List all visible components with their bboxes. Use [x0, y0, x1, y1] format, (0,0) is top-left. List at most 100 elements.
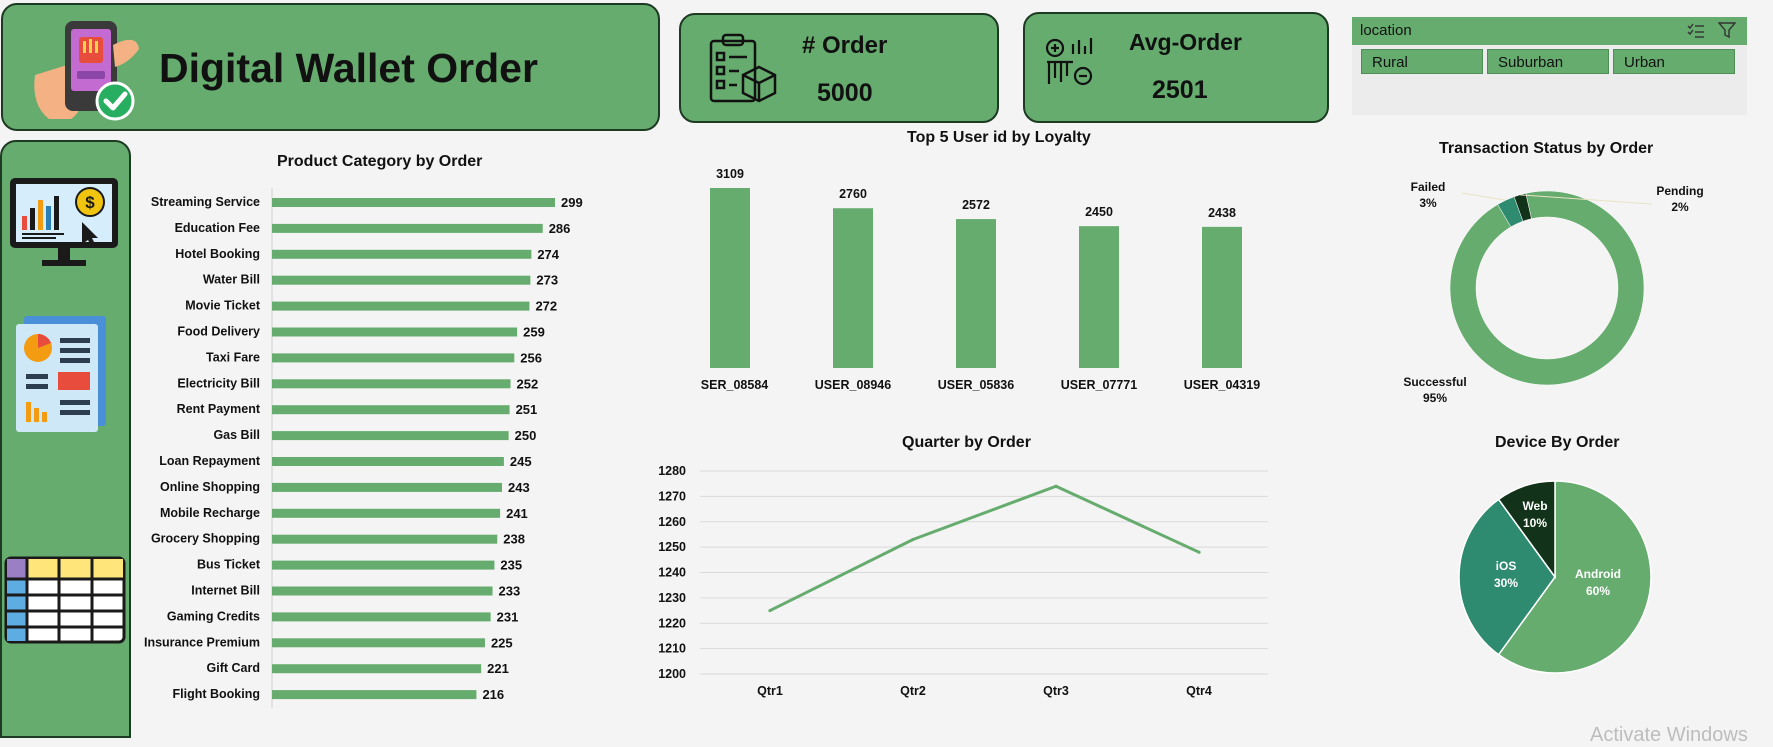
- bar: [272, 198, 555, 207]
- clipboard-box-icon: [709, 33, 777, 103]
- category-tick-label: Mobile Recharge: [160, 506, 260, 520]
- bar: [272, 275, 531, 285]
- bar: [272, 664, 482, 674]
- category-tick-label: Online Shopping: [160, 480, 260, 494]
- report-icon[interactable]: [14, 314, 108, 434]
- y-tick-label: 1260: [658, 515, 686, 529]
- y-tick-label: 1250: [658, 540, 686, 554]
- data-label: 273: [536, 273, 558, 288]
- slicer-option-rural[interactable]: Rural: [1361, 49, 1483, 74]
- data-point: [1054, 484, 1058, 488]
- phone-wallet-icon: [34, 21, 139, 121]
- y-tick-label: 1200: [658, 667, 686, 681]
- bar: [272, 586, 493, 596]
- category-tick-label: Hotel Booking: [175, 247, 260, 261]
- category-tick-label: Internet Bill: [191, 584, 260, 598]
- nav-panel: $: [0, 140, 131, 738]
- x-tick-label: Qtr1: [757, 684, 783, 698]
- successful-category-label: Successful: [1403, 375, 1466, 389]
- data-label: 225: [491, 635, 513, 650]
- bar: [272, 457, 504, 466]
- data-label: 251: [516, 402, 538, 417]
- data-label: 256: [520, 350, 542, 365]
- data-label: 299: [561, 195, 583, 210]
- y-tick-label: 1230: [658, 591, 686, 605]
- y-tick-label: 1240: [658, 566, 686, 580]
- product-category-chart: Streaming Service 299 Education Fee 286 Hote…: [144, 188, 583, 708]
- location-slicer[interactable]: location Rural Suburban Urban: [1352, 17, 1747, 115]
- x-tick-label: Qtr2: [900, 684, 926, 698]
- category-tick-label: Rent Payment: [177, 402, 261, 416]
- data-label: 3109: [716, 167, 744, 181]
- device-order-chart: Android 60% iOS 30% Web 10%: [1458, 480, 1652, 674]
- category-tick-label: Movie Ticket: [185, 299, 261, 313]
- status-chart-title: Transaction Status by Order: [1439, 140, 1654, 157]
- category-tick-label: Bus Ticket: [197, 558, 261, 572]
- failed-percent-label: 3%: [1419, 196, 1437, 210]
- calculator-chart-icon: [1045, 38, 1093, 86]
- x-tick-label: Qtr3: [1043, 684, 1069, 698]
- slice-percent-label: 60%: [1586, 584, 1610, 598]
- svg-text:$: $: [85, 193, 95, 212]
- data-label: 216: [482, 687, 504, 702]
- slicer-title: location: [1360, 22, 1412, 39]
- device-chart-title: Device By Order: [1495, 434, 1620, 451]
- data-label: 231: [497, 609, 519, 624]
- avg-order-value: 2501: [1152, 76, 1208, 104]
- top-user-loyalty-chart: 3109 USER_08584 2760 USER_08946 2572 USER_058…: [700, 167, 1260, 392]
- data-label: 241: [506, 506, 528, 521]
- bar: [272, 353, 515, 363]
- category-tick-label: Loan Repayment: [159, 454, 261, 468]
- table-icon[interactable]: [4, 556, 126, 646]
- bar: [833, 208, 873, 368]
- monitor-dashboard-icon[interactable]: $: [8, 176, 120, 272]
- clear-filter-icon[interactable]: [1718, 22, 1736, 39]
- category-tick-label: USER_07771: [1061, 378, 1137, 392]
- data-label: 250: [515, 428, 537, 443]
- page-title: Digital Wallet Order: [159, 45, 538, 91]
- product-chart-title: Product Category by Order: [277, 153, 483, 170]
- bar: [272, 560, 495, 570]
- category-tick-label: Streaming Service: [151, 195, 260, 209]
- slicer-option-suburban[interactable]: Suburban: [1487, 49, 1609, 74]
- data-label: 238: [503, 532, 525, 547]
- loyalty-chart-title: Top 5 User id by Loyalty: [907, 129, 1091, 146]
- x-tick-label: Qtr4: [1186, 684, 1212, 698]
- data-label: 2760: [839, 187, 867, 201]
- category-tick-label: Flight Booking: [173, 687, 260, 701]
- slicer-option-urban[interactable]: Urban: [1613, 49, 1735, 74]
- leader-line: [1461, 192, 1506, 201]
- data-label: 235: [500, 558, 522, 573]
- category-tick-label: USER_08946: [815, 378, 891, 392]
- data-point: [768, 608, 772, 613]
- order-count-card: # Order 5000: [679, 13, 999, 123]
- bar: [272, 327, 518, 337]
- slice-percent-label: 10%: [1523, 516, 1547, 530]
- bar: [272, 612, 491, 622]
- y-tick-label: 1270: [658, 489, 686, 503]
- data-label: 274: [537, 247, 559, 262]
- filter-multiselect-icon[interactable]: [1687, 23, 1705, 39]
- data-label: 259: [523, 325, 545, 340]
- data-label: 2450: [1085, 205, 1113, 219]
- data-label: 2438: [1208, 206, 1236, 220]
- data-point: [911, 537, 915, 542]
- category-tick-label: Gas Bill: [213, 428, 260, 442]
- category-tick-label: Taxi Fare: [206, 350, 260, 364]
- pending-category-label: Pending: [1656, 184, 1703, 198]
- y-tick-label: 1210: [658, 642, 686, 656]
- bar: [272, 249, 532, 259]
- data-label: 243: [508, 480, 530, 495]
- bar: [272, 301, 530, 311]
- y-tick-label: 1280: [658, 464, 686, 478]
- activation-watermark: Activate Windows: [1590, 724, 1748, 746]
- quarter-chart-title: Quarter by Order: [902, 434, 1031, 451]
- y-tick-label: 1220: [658, 616, 686, 630]
- series-line: [769, 484, 1200, 612]
- bar: [1202, 226, 1242, 368]
- bar: [272, 379, 511, 389]
- order-count-label: # Order: [802, 32, 888, 59]
- slice-category-label: iOS: [1496, 559, 1517, 573]
- slice-percent-label: 30%: [1494, 576, 1518, 590]
- category-tick-label: USER_04319: [1184, 378, 1260, 392]
